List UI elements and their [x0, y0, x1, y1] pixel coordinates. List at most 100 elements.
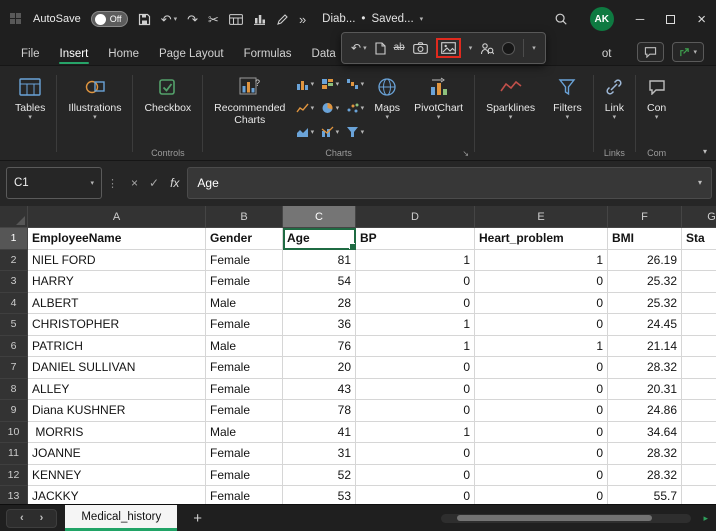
cell-B10[interactable]: Male — [206, 421, 283, 443]
column-header-F[interactable]: F — [608, 206, 682, 228]
save-button[interactable] — [138, 13, 151, 26]
cell-G6[interactable] — [682, 335, 716, 357]
row-header-1[interactable]: 1 — [0, 228, 28, 250]
cell-C9[interactable]: 78 — [283, 400, 356, 422]
column-header-B[interactable]: B — [206, 206, 283, 228]
cell-B11[interactable]: Female — [206, 443, 283, 465]
charts-dialog-launcher[interactable]: ↘ — [462, 149, 469, 158]
cell-B6[interactable]: Male — [206, 335, 283, 357]
sparklines-button[interactable]: Sparklines ▾ — [479, 69, 542, 123]
link-button[interactable]: Link ▾ — [598, 69, 631, 123]
cell-A6[interactable]: PATRICH — [28, 335, 206, 357]
circle-swatch-icon[interactable] — [502, 41, 516, 55]
cell-D5[interactable]: 1 — [356, 314, 475, 336]
expand-formula-bar-icon[interactable]: ▾ — [698, 179, 702, 187]
cell-E10[interactable]: 0 — [475, 421, 608, 443]
cell-B3[interactable]: Female — [206, 271, 283, 293]
cell-A3[interactable]: HARRY — [28, 271, 206, 293]
scroll-right-arrow[interactable]: ▸ — [703, 513, 708, 524]
maps-button[interactable]: Maps ▾ — [367, 69, 407, 123]
insert-scatter-chart-button[interactable]: ▾ — [342, 96, 367, 120]
cell-G2[interactable] — [682, 249, 716, 271]
cell-E2[interactable]: 1 — [475, 249, 608, 271]
tables-button[interactable]: Tables ▾ — [8, 69, 52, 123]
insert-line-chart-button[interactable]: ▾ — [292, 96, 317, 120]
people-search-button[interactable] — [480, 42, 495, 55]
row-header-11[interactable]: 11 — [0, 443, 28, 465]
insert-combo-chart-button[interactable]: ▾ — [317, 120, 342, 144]
cell-E3[interactable]: 0 — [475, 271, 608, 293]
cell-A10[interactable]: MORRIS — [28, 421, 206, 443]
cell-D12[interactable]: 0 — [356, 464, 475, 486]
filters-button[interactable]: Filters ▾ — [546, 69, 589, 123]
cell-D9[interactable]: 0 — [356, 400, 475, 422]
cell-B2[interactable]: Female — [206, 249, 283, 271]
strikethrough-button[interactable]: ab — [394, 43, 405, 53]
cell-E6[interactable]: 1 — [475, 335, 608, 357]
tab-page-layout[interactable]: Page Layout — [150, 43, 233, 65]
cell-E7[interactable]: 0 — [475, 357, 608, 379]
insert-hierarchy-chart-button[interactable]: ▾ — [317, 72, 342, 96]
row-header-10[interactable]: 10 — [0, 421, 28, 443]
cell-C6[interactable]: 76 — [283, 335, 356, 357]
cell-B4[interactable]: Male — [206, 292, 283, 314]
row-header-6[interactable]: 6 — [0, 335, 28, 357]
cell-C13[interactable]: 53 — [283, 486, 356, 504]
cell-F13[interactable]: 55.7 — [608, 486, 682, 504]
cell-A4[interactable]: ALBERT — [28, 292, 206, 314]
popup-more-button[interactable]: ▾ — [532, 45, 536, 52]
cell-B5[interactable]: Female — [206, 314, 283, 336]
name-box[interactable]: C1 ▾ — [6, 167, 102, 199]
cell-G9[interactable] — [682, 400, 716, 422]
maximize-button[interactable] — [666, 14, 676, 24]
column-header-G[interactable]: G — [682, 206, 716, 228]
cell-E12[interactable]: 0 — [475, 464, 608, 486]
cell-C5[interactable]: 36 — [283, 314, 356, 336]
cell-B12[interactable]: Female — [206, 464, 283, 486]
cell-C3[interactable]: 54 — [283, 271, 356, 293]
popup-undo-button[interactable]: ↶ ▾ — [351, 42, 367, 54]
comment-button[interactable]: Con ▾ — [640, 69, 673, 123]
cell-B8[interactable]: Female — [206, 378, 283, 400]
column-header-E[interactable]: E — [475, 206, 608, 228]
close-button[interactable]: × — [697, 11, 706, 28]
new-file-button[interactable] — [375, 41, 386, 55]
cell-B7[interactable]: Female — [206, 357, 283, 379]
row-header-9[interactable]: 9 — [0, 400, 28, 422]
tab-data[interactable]: Data — [303, 43, 345, 65]
cell-F3[interactable]: 25.32 — [608, 271, 682, 293]
undo-button[interactable]: ↶ ▾ — [161, 13, 177, 26]
cell-C7[interactable]: 20 — [283, 357, 356, 379]
cell-A11[interactable]: JOANNE — [28, 443, 206, 465]
document-title[interactable]: Diab... • Saved... ▾ — [322, 13, 423, 25]
tab-file[interactable]: File — [12, 43, 49, 65]
sheet-button[interactable] — [229, 13, 243, 25]
cell-F2[interactable]: 26.19 — [608, 249, 682, 271]
search-button[interactable] — [554, 12, 568, 26]
cell-G7[interactable] — [682, 357, 716, 379]
cell-G5[interactable] — [682, 314, 716, 336]
cell-B1[interactable]: Gender — [206, 228, 283, 250]
minimize-button[interactable]: ─ — [636, 12, 645, 26]
formula-bar-handle[interactable]: ⋮ — [102, 167, 123, 199]
cell-E13[interactable]: 0 — [475, 486, 608, 504]
cell-C10[interactable]: 41 — [283, 421, 356, 443]
scrollbar-thumb[interactable] — [457, 515, 653, 521]
cell-A8[interactable]: ALLEY — [28, 378, 206, 400]
cell-F1[interactable]: BMI — [608, 228, 682, 250]
cell-F6[interactable]: 21.14 — [608, 335, 682, 357]
cell-F10[interactable]: 34.64 — [608, 421, 682, 443]
camera-button[interactable] — [412, 42, 428, 54]
column-header-D[interactable]: D — [356, 206, 475, 228]
sheet-tab-medical-history[interactable]: Medical_history — [65, 505, 178, 531]
prev-sheet-button[interactable]: ‹ — [20, 512, 24, 524]
cancel-button[interactable]: × — [131, 176, 138, 190]
qat-overflow-button[interactable]: » — [299, 13, 306, 26]
row-header-4[interactable]: 4 — [0, 292, 28, 314]
cell-F12[interactable]: 28.32 — [608, 464, 682, 486]
next-sheet-button[interactable]: › — [40, 512, 44, 524]
cell-C12[interactable]: 52 — [283, 464, 356, 486]
cell-B13[interactable]: Female — [206, 486, 283, 504]
tab-formulas[interactable]: Formulas — [235, 43, 301, 65]
cell-E11[interactable]: 0 — [475, 443, 608, 465]
